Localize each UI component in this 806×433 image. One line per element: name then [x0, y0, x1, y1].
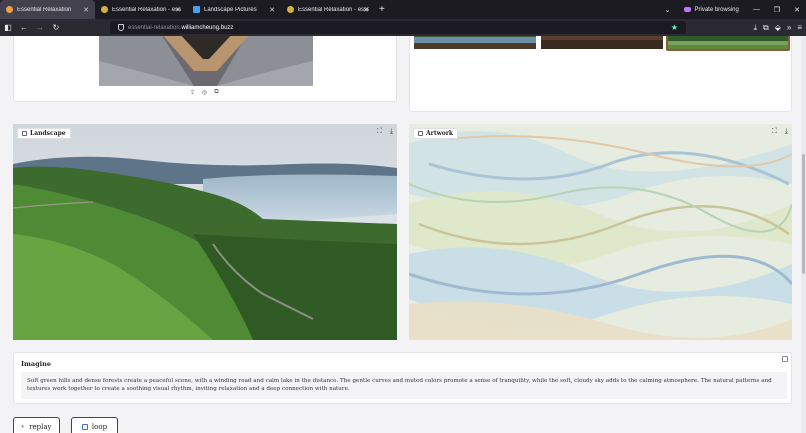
new-tab-button[interactable]: +: [379, 4, 385, 15]
speaker-icon: 🔈︎: [21, 423, 26, 430]
url-host: williamcheung.buzz: [181, 24, 234, 31]
image-icon: [22, 131, 27, 136]
bookmark-star-icon[interactable]: ★: [671, 23, 678, 32]
extensions-icon[interactable]: ⧉: [763, 23, 769, 33]
tab-label: Essential Relaxation - essential: [298, 6, 369, 13]
private-browsing-indicator: Private browsing: [684, 6, 739, 13]
artwork-image-card: Artwork ⛶ ⤓: [409, 124, 792, 340]
tab-label: Essential Relaxation: [17, 6, 72, 13]
tab-landscape-pictures[interactable]: Landscape Pictures ✕: [187, 0, 281, 19]
back-icon[interactable]: ←: [16, 23, 32, 32]
gallery-thumbnail[interactable]: [541, 36, 663, 49]
loop-icon: [81, 424, 88, 430]
landscape-image-card: Landscape ⛶ ⤓: [13, 124, 397, 340]
list-all-tabs-icon[interactable]: ⌄: [665, 6, 671, 14]
close-tab-icon[interactable]: ✕: [83, 6, 89, 14]
page-scrollbar[interactable]: [801, 36, 806, 433]
gallery-thumbnail[interactable]: [414, 36, 536, 49]
artwork-label: Artwork: [413, 128, 459, 139]
loop-button[interactable]: loop: [71, 417, 118, 433]
artwork-tools: ⛶ ⤓: [772, 128, 788, 136]
address-bar[interactable]: essential-relaxation. williamcheung.buzz…: [110, 21, 686, 34]
imagine-panel: Imagine Soft green hills and dense fores…: [13, 352, 792, 404]
replay-button[interactable]: 🔈︎ replay: [13, 417, 60, 433]
download-icon[interactable]: ⤓: [785, 128, 788, 136]
imagine-description: Soft green hills and dense forests creat…: [21, 372, 787, 399]
toolbar-actions: ⤓ ⧉ ⬙ » ≡: [753, 19, 802, 36]
landscape-label: Landscape: [17, 128, 71, 139]
image-card-previous: ⇪ ◎ ⧉: [13, 36, 397, 102]
tab-label: Essential Relaxation - essential: [112, 6, 181, 13]
artwork-image: [409, 124, 792, 340]
reload-icon[interactable]: ↻: [48, 23, 64, 32]
private-label: Private browsing: [694, 6, 739, 13]
site-favicon-icon: [287, 6, 294, 13]
fullscreen-icon[interactable]: ⛶: [377, 128, 382, 136]
site-favicon-icon: [193, 6, 200, 13]
landscape-label-text: Landscape: [30, 130, 66, 137]
tab-essential-relaxation[interactable]: Essential Relaxation ✕: [0, 0, 95, 19]
gallery-card: [409, 36, 792, 112]
overflow-chevron-icon[interactable]: »: [787, 23, 791, 32]
tab-essential-relaxation-2[interactable]: Essential Relaxation - essential ✕: [95, 0, 187, 19]
favorite-icon[interactable]: ◎: [202, 89, 207, 96]
close-tab-icon[interactable]: ✕: [175, 6, 181, 14]
tab-label: Landscape Pictures: [204, 6, 257, 13]
tab-essential-relaxation-3[interactable]: Essential Relaxation - essential ✕: [281, 0, 375, 19]
loop-label: loop: [91, 423, 108, 431]
navigation-toolbar: ◧ ← → ↻ essential-relaxation. williamche…: [0, 19, 806, 36]
page-content: ⇪ ◎ ⧉ Landscape ⛶ ⤓ Artwork ⛶ ⤓ Imagine …: [0, 36, 801, 433]
container-icon[interactable]: ⬙: [775, 23, 781, 32]
share-icon[interactable]: ⇪: [190, 89, 195, 96]
imagine-title: Imagine: [21, 360, 52, 368]
close-tab-icon[interactable]: ✕: [269, 6, 275, 14]
sidebar-toggle-icon[interactable]: ◧: [0, 23, 16, 32]
url-subdomain: essential-relaxation.: [128, 24, 182, 31]
tracking-shield-icon[interactable]: [118, 24, 124, 31]
close-window-icon[interactable]: ✕: [794, 6, 800, 14]
downloads-icon[interactable]: ⤓: [753, 23, 757, 33]
close-tab-icon[interactable]: ✕: [363, 6, 369, 14]
download-icon[interactable]: ⤓: [390, 128, 393, 136]
image-icon: [418, 131, 423, 136]
copy-icon[interactable]: [782, 356, 788, 362]
landscape-tools: ⛶ ⤓: [377, 128, 393, 136]
site-favicon-icon: [101, 6, 108, 13]
private-mask-icon: [684, 7, 692, 12]
scrollbar-thumb[interactable]: [802, 154, 805, 274]
artwork-label-text: Artwork: [426, 130, 454, 137]
landscape-image: [13, 124, 397, 340]
copy-icon[interactable]: ⧉: [214, 89, 218, 96]
replay-label: replay: [29, 423, 52, 431]
app-menu-icon[interactable]: ≡: [797, 23, 802, 32]
forward-icon[interactable]: →: [32, 23, 48, 32]
minimize-icon[interactable]: —: [753, 6, 760, 13]
gallery-thumbnail-selected[interactable]: [666, 36, 790, 51]
maximize-icon[interactable]: ❐: [774, 6, 780, 14]
fullscreen-icon[interactable]: ⛶: [772, 128, 777, 136]
tabbar-controls: ⌄ Private browsing — ❐ ✕: [665, 0, 806, 19]
tab-strip: Essential Relaxation ✕ Essential Relaxat…: [0, 0, 806, 19]
site-favicon-icon: [6, 6, 13, 13]
image-actions: ⇪ ◎ ⧉: [190, 89, 219, 96]
portrait-image: [99, 36, 313, 86]
